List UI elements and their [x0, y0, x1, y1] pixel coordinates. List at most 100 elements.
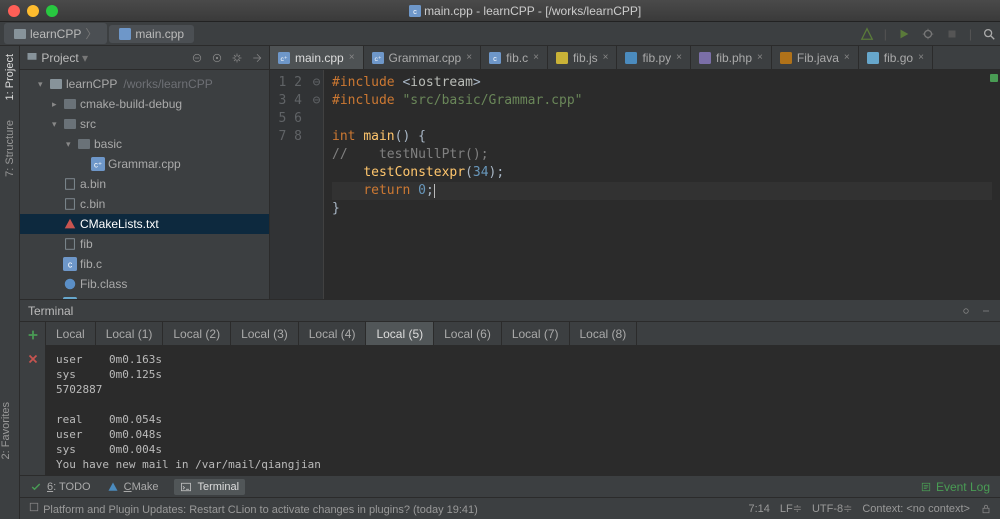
close-icon[interactable]: × — [533, 52, 539, 63]
editor-tab[interactable]: cfib.c× — [481, 46, 548, 69]
terminal-tab[interactable]: Local (4) — [299, 322, 367, 345]
search-icon[interactable] — [982, 27, 996, 41]
hide-icon[interactable] — [980, 305, 992, 317]
tool-terminal[interactable]: Terminal — [174, 479, 245, 495]
tool-window-project[interactable]: 1: Project — [4, 54, 16, 100]
editor-area: c⁺main.cpp×c⁺Grammar.cpp×cfib.c×fib.js×f… — [270, 46, 1000, 299]
editor-tab[interactable]: c⁺main.cpp× — [270, 46, 364, 69]
tree-item[interactable]: a.bin — [20, 174, 269, 194]
collapse-icon[interactable] — [191, 52, 203, 64]
close-icon[interactable]: × — [349, 52, 355, 63]
terminal-pane: Terminal LocalLocal (1)Local (2)Local (3… — [20, 299, 1000, 475]
project-pane: Project ▾ ▾learnCPP/works/learnCPP▸cmake… — [20, 46, 270, 299]
project-icon — [26, 50, 38, 62]
code-editor[interactable]: 1 2 3 4 5 6 7 8 ⊖ ⊖ #include <iostream> … — [270, 70, 1000, 299]
cmake-icon — [62, 217, 78, 231]
close-icon[interactable] — [26, 352, 40, 366]
terminal-tab[interactable]: Local — [46, 322, 96, 345]
run-toolbar: | | — [860, 27, 996, 41]
lock-icon[interactable] — [980, 503, 992, 515]
editor-tab[interactable]: c⁺Grammar.cpp× — [364, 46, 482, 69]
close-icon[interactable]: × — [844, 52, 850, 63]
tree-item[interactable]: ▾src — [20, 114, 269, 134]
tool-todo[interactable]: 6: TODO — [30, 481, 91, 493]
folder-dim-icon — [62, 119, 78, 129]
breadcrumb-item[interactable]: learnCPP 〉 — [4, 23, 107, 44]
close-icon[interactable]: × — [466, 52, 472, 63]
tree-item[interactable]: CMakeLists.txt — [20, 214, 269, 234]
build-icon[interactable] — [860, 27, 874, 41]
terminal-tab[interactable]: Local (3) — [231, 322, 299, 345]
svg-text:c: c — [493, 54, 497, 63]
terminal-tab[interactable]: Local (7) — [502, 322, 570, 345]
fold-gutter[interactable]: ⊖ ⊖ — [310, 70, 324, 299]
navigation-bar: learnCPP 〉 main.cpp | | — [0, 22, 1000, 46]
terminal-output[interactable]: user 0m0.163s sys 0m0.125s 5702887 real … — [46, 346, 1000, 475]
terminal-title: Terminal — [28, 304, 73, 318]
file-icon — [62, 197, 78, 211]
minimize-icon[interactable] — [27, 5, 39, 17]
cmake-icon — [107, 481, 119, 493]
breadcrumb: learnCPP 〉 main.cpp — [4, 23, 194, 44]
tool-window-favorites[interactable]: 2: Favorites — [0, 402, 12, 459]
folder-root-icon — [48, 79, 64, 89]
tree-item[interactable]: Fib.class — [20, 274, 269, 294]
tree-item[interactable]: ▾learnCPP/works/learnCPP — [20, 74, 269, 94]
encoding[interactable]: UTF-8≑ — [812, 502, 852, 515]
target-icon[interactable] — [211, 52, 223, 64]
editor-tab[interactable]: fib.js× — [548, 46, 618, 69]
tree-item[interactable]: ▾basic — [20, 134, 269, 154]
bottom-tool-stripe: 6: TODO CMake Terminal Event Log — [20, 475, 1000, 497]
terminal-tab[interactable]: Local (1) — [96, 322, 164, 345]
gear-icon[interactable] — [960, 305, 972, 317]
context[interactable]: Context: <no context> — [862, 503, 970, 515]
add-icon[interactable] — [26, 328, 40, 342]
terminal-tab[interactable]: Local (5) — [366, 322, 434, 345]
maximize-icon[interactable] — [46, 5, 58, 17]
close-icon[interactable]: × — [757, 52, 763, 63]
editor-tab[interactable]: fib.php× — [691, 46, 772, 69]
terminal-tab[interactable]: Local (2) — [163, 322, 231, 345]
window-title: c main.cpp - learnCPP - [/works/learnCPP… — [58, 4, 992, 18]
editor-tabs: c⁺main.cpp×c⁺Grammar.cpp×cfib.c×fib.js×f… — [270, 46, 1000, 70]
editor-tab[interactable]: fib.go× — [859, 46, 933, 69]
close-icon[interactable]: × — [603, 52, 609, 63]
terminal-tabs: LocalLocal (1)Local (2)Local (3)Local (4… — [46, 322, 1000, 346]
debug-icon[interactable] — [921, 27, 935, 41]
tree-item[interactable]: cfib.c — [20, 254, 269, 274]
tool-window-structure[interactable]: 7: Structure — [4, 120, 16, 177]
close-icon[interactable]: × — [676, 52, 682, 63]
svg-text:c: c — [413, 7, 417, 16]
tree-item[interactable]: ▸cmake-build-debug — [20, 94, 269, 114]
gear-icon[interactable] — [231, 52, 243, 64]
tool-cmake[interactable]: CMake — [107, 481, 159, 493]
event-log-button[interactable]: Event Log — [920, 480, 990, 494]
line-separator[interactable]: LF≑ — [780, 502, 802, 515]
file-icon — [62, 237, 78, 251]
notification-icon[interactable] — [28, 501, 40, 513]
cursor-position[interactable]: 7:14 — [748, 503, 769, 515]
tree-item[interactable]: fib — [20, 234, 269, 254]
stop-icon[interactable] — [945, 27, 959, 41]
terminal-tab[interactable]: Local (8) — [570, 322, 638, 345]
close-icon[interactable] — [8, 5, 20, 17]
status-message[interactable]: Platform and Plugin Updates: Restart CLi… — [43, 504, 478, 516]
terminal-tab[interactable]: Local (6) — [434, 322, 502, 345]
close-icon[interactable]: × — [918, 52, 924, 63]
code-content[interactable]: #include <iostream> #include "src/basic/… — [324, 70, 1000, 299]
breadcrumb-item[interactable]: main.cpp — [109, 25, 194, 43]
tree-item[interactable]: c⁺Grammar.cpp — [20, 154, 269, 174]
run-icon[interactable] — [897, 27, 911, 41]
tree-item[interactable]: c.bin — [20, 194, 269, 214]
event-log-icon — [920, 481, 932, 493]
editor-tab[interactable]: Fib.java× — [772, 46, 859, 69]
hide-icon[interactable] — [251, 52, 263, 64]
project-tree[interactable]: ▾learnCPP/works/learnCPP▸cmake-build-deb… — [20, 70, 269, 299]
svg-text:c⁺: c⁺ — [374, 56, 381, 63]
main-area: 1: Project 7: Structure Project ▾ — [0, 46, 1000, 519]
cpp-file-icon — [119, 28, 131, 40]
titlebar: c main.cpp - learnCPP - [/works/learnCPP… — [0, 0, 1000, 22]
editor-tab[interactable]: fib.py× — [617, 46, 691, 69]
svg-text:c⁺: c⁺ — [281, 56, 288, 63]
inspection-indicator-icon[interactable] — [990, 74, 998, 82]
